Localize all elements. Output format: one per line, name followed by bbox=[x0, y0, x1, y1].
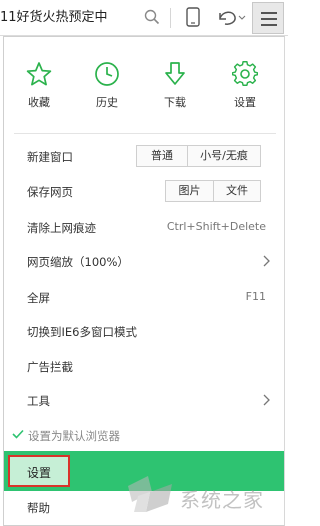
main-menu-panel: 收藏 历史 下载 设置 新建窗口 普通 小号/无痕 保存网页 图片 文件 清除上… bbox=[3, 36, 285, 526]
phone-icon[interactable] bbox=[186, 7, 200, 27]
menu-item-new-window: 新建窗口 普通 小号/无痕 bbox=[4, 141, 284, 171]
new-window-normal-button[interactable]: 普通 bbox=[136, 145, 188, 167]
toolbar-separator bbox=[170, 8, 171, 28]
save-page-label: 保存网页 bbox=[27, 185, 73, 199]
menu-button[interactable] bbox=[252, 2, 284, 34]
quick-favorites-label: 收藏 bbox=[28, 96, 50, 109]
menu-icon-line bbox=[261, 12, 277, 14]
default-browser-label: 设置为默认浏览器 bbox=[28, 429, 120, 443]
menu-item-fullscreen[interactable]: 全屏 F11 bbox=[4, 282, 284, 312]
star-icon bbox=[26, 62, 52, 86]
new-window-label: 新建窗口 bbox=[27, 150, 73, 164]
quick-history[interactable]: 历史 bbox=[81, 61, 133, 119]
quick-favorites[interactable]: 收藏 bbox=[13, 61, 65, 119]
clock-icon bbox=[95, 62, 119, 86]
search-icon[interactable] bbox=[143, 8, 161, 26]
menu-item-default-browser[interactable]: 设置为默认浏览器 bbox=[4, 420, 284, 450]
menu-divider bbox=[14, 133, 276, 134]
ie6-mode-label: 切换到IE6多窗口模式 bbox=[27, 325, 137, 339]
menu-icon-line bbox=[261, 18, 277, 20]
menu-item-clear-history[interactable]: 清除上网痕迹 Ctrl+Shift+Delete bbox=[4, 212, 284, 242]
quick-history-label: 历史 bbox=[96, 96, 118, 109]
checkmark-icon bbox=[12, 429, 24, 439]
menu-item-save-page: 保存网页 图片 文件 bbox=[4, 176, 284, 206]
chevron-right-icon bbox=[263, 394, 270, 406]
settings-highlight-box: 设置 bbox=[8, 455, 70, 487]
quick-actions: 收藏 历史 下载 设置 bbox=[4, 37, 284, 131]
watermark: 系统之家 bbox=[118, 470, 286, 522]
watermark-logo bbox=[128, 476, 172, 512]
browser-toolbar: 11好货火热预定中 bbox=[0, 0, 288, 36]
chevron-right-icon bbox=[263, 255, 270, 267]
address-bar-text[interactable]: 11好货火热预定中 bbox=[0, 6, 160, 30]
watermark-text: 系统之家 bbox=[180, 488, 264, 512]
quick-downloads-label: 下载 bbox=[164, 96, 186, 109]
undo-icon[interactable] bbox=[216, 7, 246, 27]
tools-label: 工具 bbox=[27, 394, 50, 408]
menu-item-tools[interactable]: 工具 bbox=[4, 385, 284, 415]
clear-history-label: 清除上网痕迹 bbox=[27, 221, 96, 235]
help-label: 帮助 bbox=[27, 501, 50, 515]
ad-block-label: 广告拦截 bbox=[27, 360, 73, 374]
quick-settings-label: 设置 bbox=[234, 96, 256, 109]
zoom-label: 网页缩放（100%） bbox=[27, 255, 129, 269]
clear-history-shortcut: Ctrl+Shift+Delete bbox=[166, 220, 266, 233]
settings-label: 设置 bbox=[26, 466, 51, 480]
fullscreen-label: 全屏 bbox=[27, 291, 50, 305]
menu-item-ad-block[interactable]: 广告拦截 bbox=[4, 351, 284, 381]
menu-icon-line bbox=[261, 24, 277, 26]
quick-downloads[interactable]: 下载 bbox=[149, 61, 201, 119]
menu-item-zoom[interactable]: 网页缩放（100%） bbox=[4, 246, 284, 276]
new-window-incognito-button[interactable]: 小号/无痕 bbox=[187, 145, 261, 167]
fullscreen-shortcut: F11 bbox=[245, 290, 266, 303]
save-page-file-button[interactable]: 文件 bbox=[213, 180, 261, 202]
menu-item-ie6-mode[interactable]: 切换到IE6多窗口模式 bbox=[4, 316, 284, 346]
save-page-image-button[interactable]: 图片 bbox=[165, 180, 214, 202]
gear-icon bbox=[232, 61, 258, 86]
quick-settings[interactable]: 设置 bbox=[219, 61, 271, 119]
download-icon bbox=[165, 62, 185, 85]
